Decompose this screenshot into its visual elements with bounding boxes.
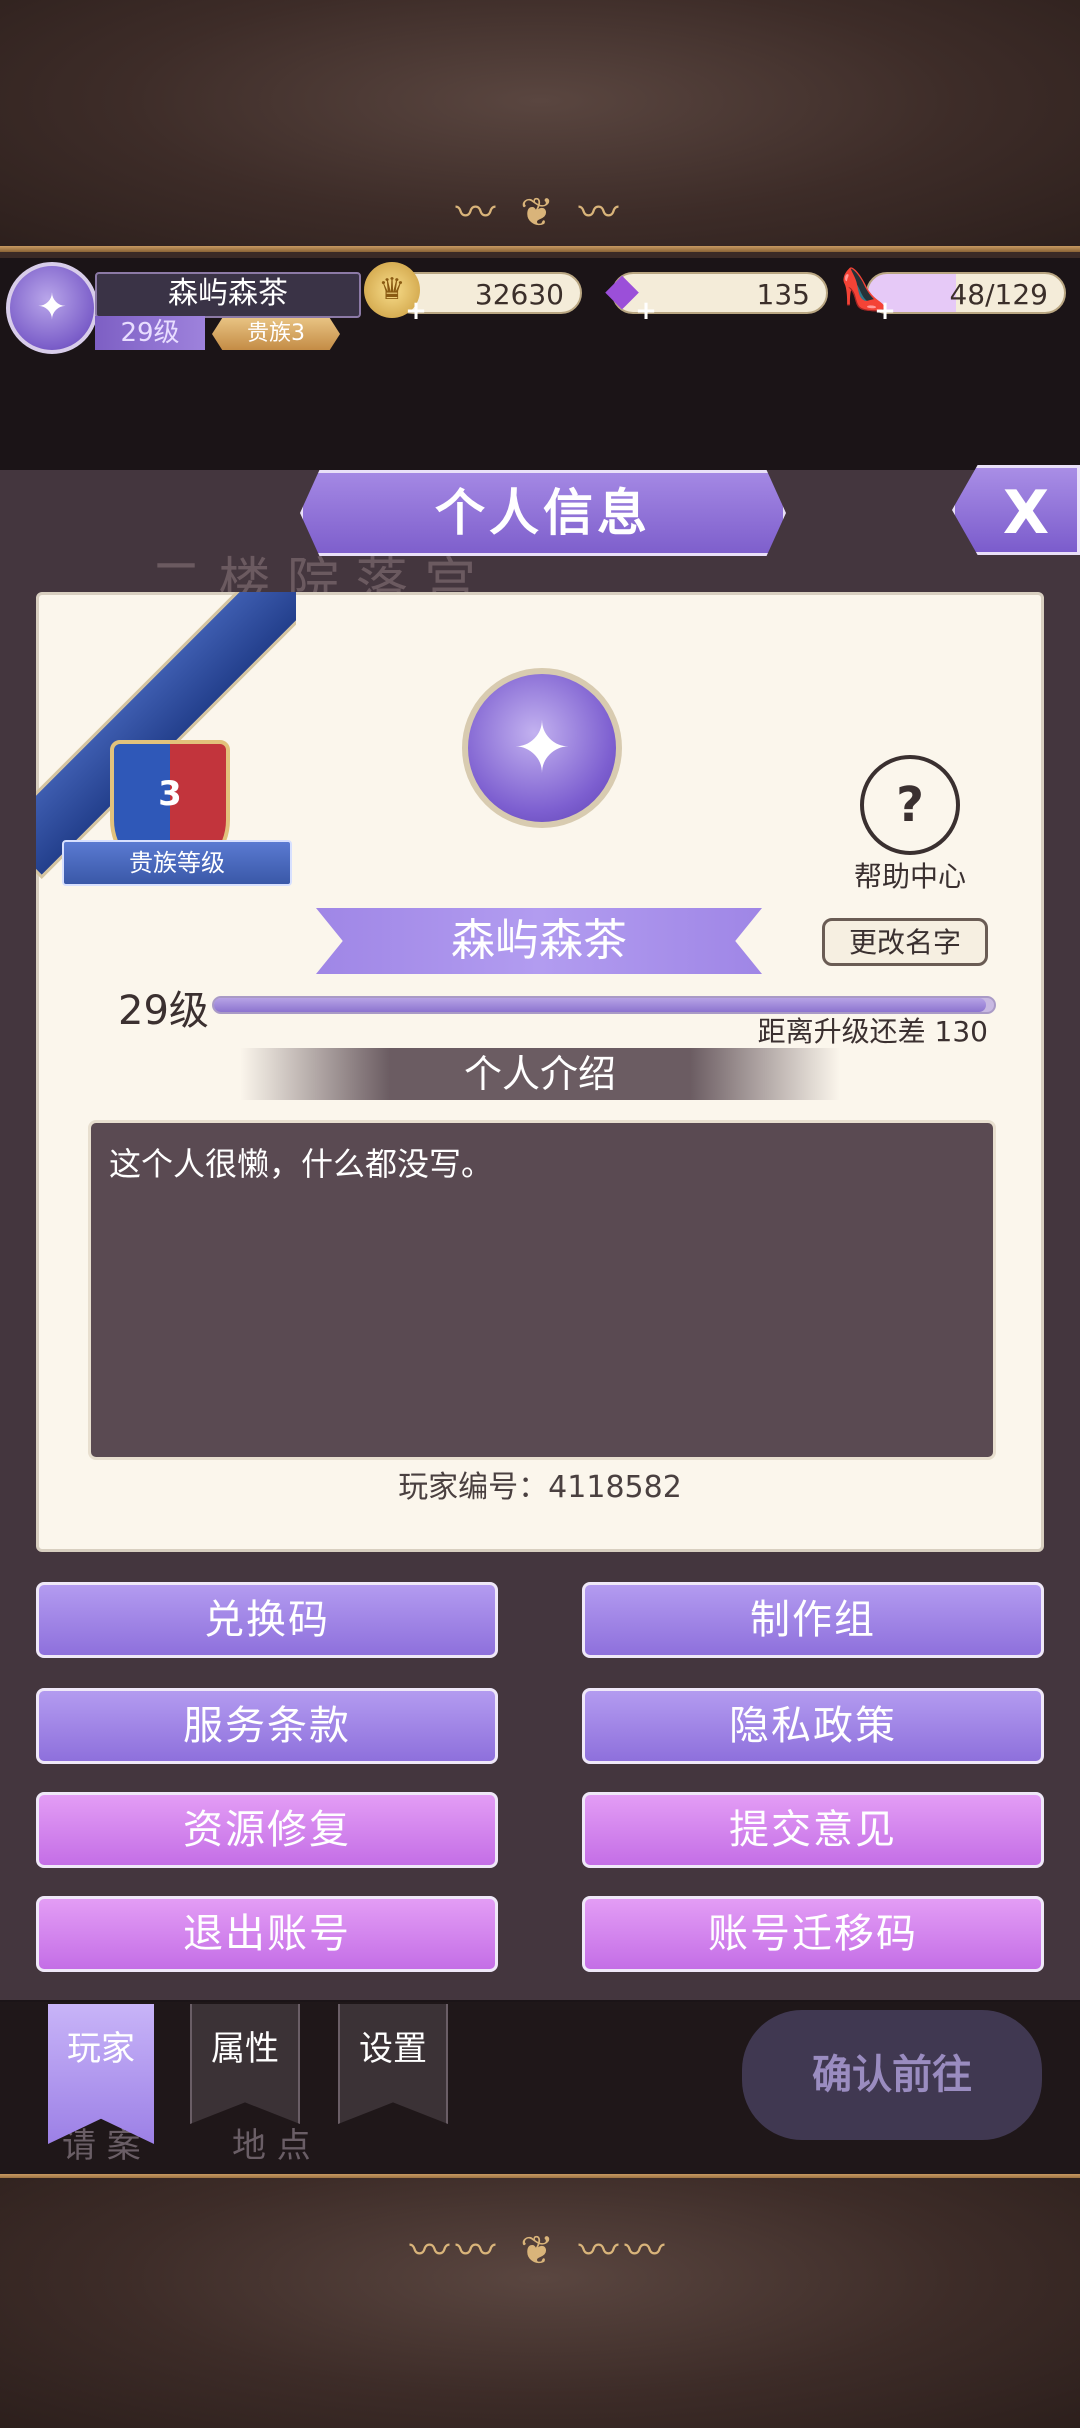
account-transfer-button[interactable]: 账号迁移码: [582, 1896, 1044, 1972]
redeem-code-button[interactable]: 兑换码: [36, 1582, 498, 1658]
top-gold-line: [0, 246, 1080, 252]
profile-level: 29级: [118, 988, 209, 1034]
credits-button[interactable]: 制作组: [582, 1582, 1044, 1658]
confirm-go-button: 确认前往: [742, 2010, 1042, 2140]
top-flourish: 〰 ❦ 〰: [455, 190, 625, 236]
intro-heading: 个人介绍: [240, 1048, 840, 1100]
logout-button[interactable]: 退出账号: [36, 1896, 498, 1972]
header-player-name: 森屿森茶: [95, 272, 361, 318]
terms-button[interactable]: 服务条款: [36, 1688, 498, 1764]
add-stamina-button[interactable]: +: [874, 298, 896, 324]
player-avatar[interactable]: ✦: [6, 262, 98, 354]
player-id: 玩家编号：4118582: [398, 1470, 682, 1505]
profile-avatar[interactable]: ✦: [462, 668, 622, 828]
constellation-avatar-icon: ✦: [512, 707, 572, 789]
add-gold-button[interactable]: +: [405, 298, 427, 324]
background-ghost-right: 地 点: [232, 2126, 311, 2166]
intro-textbox[interactable]: 这个人很懒，什么都没写。: [88, 1120, 996, 1460]
constellation-icon: ✦: [36, 287, 68, 328]
privacy-button[interactable]: 隐私政策: [582, 1688, 1044, 1764]
header-noble-badge: 贵族3: [212, 318, 340, 350]
help-book-icon[interactable]: ?: [860, 755, 960, 855]
exp-remaining: 距离升级还差 130: [757, 1015, 988, 1048]
header-level: 29级: [95, 316, 205, 350]
top-decor-band: 〰 ❦ 〰: [0, 0, 1080, 252]
help-center-label[interactable]: 帮助中心: [840, 855, 980, 895]
close-icon: X: [1002, 478, 1050, 548]
panel-title: 个人信息: [300, 470, 786, 556]
feedback-button[interactable]: 提交意见: [582, 1792, 1044, 1868]
bottom-flourish: 〰〰 ❦ 〰〰: [409, 2228, 671, 2274]
noble-rank-number: 3: [158, 774, 182, 814]
resource-repair-button[interactable]: 资源修复: [36, 1792, 498, 1868]
noble-rank-label: 贵族等级: [62, 840, 292, 886]
profile-name: 森屿森茶: [316, 908, 762, 974]
add-diamond-button[interactable]: +: [635, 298, 657, 324]
bottom-decor-band: 〰〰 ❦ 〰〰: [0, 2178, 1080, 2428]
stamina-counter: 48/129: [866, 272, 1066, 314]
close-button[interactable]: X: [952, 465, 1080, 555]
rename-button[interactable]: 更改名字: [822, 918, 988, 966]
